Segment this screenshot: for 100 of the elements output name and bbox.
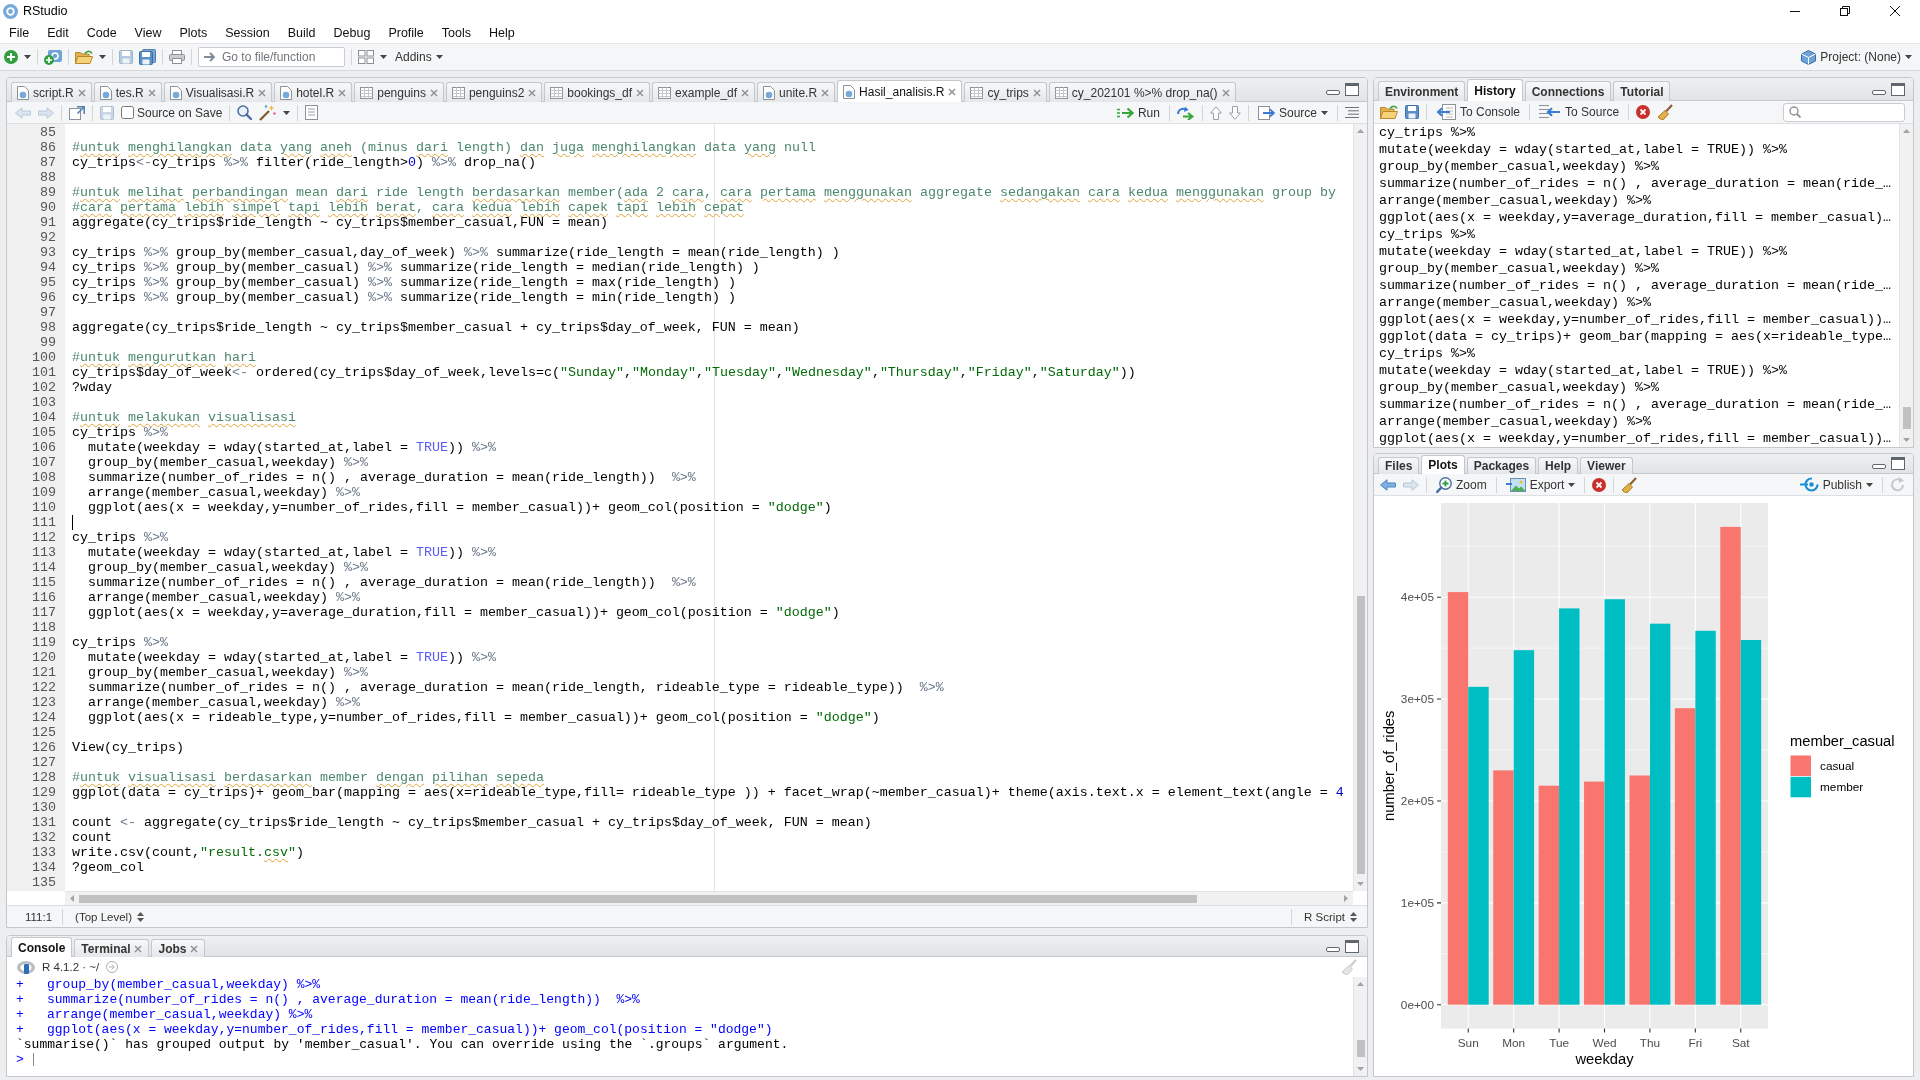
scroll-up-arrow-icon[interactable] [1357, 982, 1364, 986]
editor-tab[interactable]: bookings_df [544, 82, 651, 102]
menu-item[interactable]: Tools [432, 25, 480, 40]
editor-tab[interactable]: cy_202101 %>% drop_na() [1048, 82, 1236, 102]
history-entry[interactable]: group_by(member_casual,weekday) %>% [1379, 158, 1899, 175]
publish-button[interactable]: Publish [1797, 474, 1875, 495]
delete-icon[interactable] [1636, 105, 1651, 119]
caret-icon[interactable] [380, 55, 387, 59]
history-entry[interactable]: arrange(member_casual,weekday) %>% [1379, 192, 1899, 209]
editor-tab[interactable]: cy_trips [964, 82, 1047, 102]
scrollbar[interactable] [1899, 124, 1913, 447]
forward-arrow-icon[interactable] [1403, 478, 1419, 491]
editor-tab[interactable]: hotel.R [274, 82, 353, 102]
menu-item[interactable]: Help [480, 25, 524, 40]
pane-tab[interactable]: Viewer [1580, 457, 1633, 474]
file-type-dropdown[interactable]: R Script [1302, 906, 1359, 927]
history-entry[interactable]: group_by(member_casual,weekday) %>% [1379, 379, 1899, 396]
open-folder-icon[interactable] [1380, 105, 1398, 119]
editor-tab[interactable]: Hasil_analisis.R [837, 80, 963, 102]
open-folder-icon[interactable] [75, 50, 93, 64]
project-menu[interactable]: Project: (None) [1799, 47, 1914, 67]
menu-item[interactable]: Plots [170, 25, 217, 40]
minimize-icon[interactable] [1790, 10, 1800, 12]
scroll-down-arrow-icon[interactable] [1357, 882, 1364, 886]
history-entry[interactable]: summarize(number_of_rides = n() , average_duration = mean(ride_… [1379, 396, 1899, 413]
editor-tab[interactable]: example_df [652, 82, 756, 102]
new-window-icon[interactable] [69, 105, 85, 120]
editor-tab[interactable]: script.R [11, 82, 92, 102]
back-arrow-icon[interactable] [1380, 478, 1396, 491]
addins-menu[interactable]: Addins [393, 47, 445, 67]
to-source-button[interactable]: To Source [1537, 102, 1622, 122]
scrollbar-thumb[interactable] [79, 894, 1197, 903]
menu-item[interactable]: File [0, 25, 39, 40]
history-entry[interactable]: arrange(member_casual,weekday) %>% [1379, 294, 1899, 311]
maximize-pane-icon[interactable] [1891, 82, 1905, 96]
history-entry[interactable]: ggplot(aes(x = weekday,y=number_of_rides,fill = member_casual))… [1379, 311, 1899, 328]
minimize-pane-icon[interactable] [1326, 946, 1340, 952]
history-entry[interactable]: summarize(number_of_rides = n() , average_duration = mean(ride_… [1379, 175, 1899, 192]
menu-item[interactable]: Edit [38, 25, 78, 40]
new-project-icon[interactable] [44, 49, 62, 65]
pane-tab[interactable]: Packages [1466, 457, 1537, 474]
history-entry[interactable]: cy_trips %>% [1379, 226, 1899, 243]
console-tab[interactable]: Jobs [151, 939, 206, 957]
checkbox[interactable] [121, 106, 134, 119]
editor-tab[interactable]: Visualisasi.R [163, 82, 273, 102]
back-arrow-icon[interactable] [15, 106, 31, 119]
pane-tab[interactable]: Files [1378, 457, 1420, 474]
down-arrow-icon[interactable] [1228, 105, 1241, 120]
refresh-icon[interactable] [1890, 477, 1905, 492]
grid-icon[interactable] [358, 50, 374, 64]
caret-icon[interactable] [24, 55, 31, 59]
scrollbar[interactable] [65, 891, 1353, 905]
menu-item[interactable]: View [125, 25, 171, 40]
editor-tab[interactable]: penguins [354, 82, 444, 102]
scrollbar[interactable] [1353, 977, 1367, 1076]
maximize-pane-icon[interactable] [1345, 939, 1359, 953]
broom-icon[interactable] [1621, 476, 1638, 493]
save-all-icon[interactable] [139, 49, 156, 65]
scroll-right-arrow-icon[interactable] [1344, 895, 1348, 902]
forward-arrow-icon[interactable] [38, 106, 54, 119]
scroll-left-arrow-icon[interactable] [70, 895, 74, 902]
pane-tab[interactable]: Environment [1378, 81, 1466, 101]
go-to-file-field[interactable]: Go to file/function [198, 47, 345, 67]
console-tab[interactable]: Console [11, 937, 73, 957]
search-field[interactable] [1783, 102, 1905, 122]
scrollbar-thumb[interactable] [1356, 596, 1365, 874]
save-icon[interactable] [1405, 105, 1419, 119]
pane-tab[interactable]: Tutorial [1613, 81, 1671, 101]
minimize-pane-icon[interactable] [1326, 90, 1340, 95]
source-button[interactable]: Source [1255, 102, 1330, 123]
maximize-pane-icon[interactable] [1891, 457, 1905, 470]
up-arrow-icon[interactable] [1209, 105, 1222, 120]
history-entry[interactable]: cy_trips %>% [1379, 124, 1899, 141]
delete-icon[interactable] [1592, 477, 1607, 492]
scrollbar[interactable] [1353, 124, 1367, 891]
history-entry[interactable]: ggplot(aes(x = weekday,y=average_duration,fill = member_casual)… [1379, 209, 1899, 226]
wand-icon[interactable] [259, 104, 277, 121]
maximize-pane-icon[interactable] [1345, 83, 1359, 96]
scope-dropdown[interactable]: (Top Level) [73, 906, 146, 927]
history-entry[interactable]: ggplot(aes(x = weekday,y=number_of_rides,fill = member_casual))… [1379, 430, 1899, 447]
caret-icon[interactable] [99, 55, 106, 59]
caret-icon[interactable] [283, 110, 291, 115]
close-icon[interactable] [1890, 6, 1900, 16]
menu-item[interactable]: Build [278, 25, 325, 40]
scrollbar-thumb[interactable] [1356, 1040, 1365, 1057]
history-entry[interactable]: group_by(member_casual,weekday) %>% [1379, 260, 1899, 277]
history-entry[interactable]: mutate(weekday = wday(started_at,label = TRUE)) %>% [1379, 243, 1899, 260]
editor-tab[interactable]: unite.R [757, 82, 836, 102]
menu-item[interactable]: Code [77, 25, 126, 40]
run-button[interactable]: Run [1114, 102, 1162, 123]
pane-tab[interactable]: Help [1538, 457, 1579, 474]
scroll-up-arrow-icon[interactable] [1357, 129, 1364, 133]
rerun-icon[interactable] [1176, 105, 1195, 120]
menu-item[interactable]: Session [216, 25, 279, 40]
history-entry[interactable]: mutate(weekday = wday(started_at,label = TRUE)) %>% [1379, 141, 1899, 158]
editor-tab[interactable]: tes.R [93, 82, 162, 102]
history-entry[interactable]: summarize(number_of_rides = n() , average_duration = mean(ride_… [1379, 277, 1899, 294]
new-file-icon[interactable] [4, 50, 18, 64]
history-entry[interactable]: mutate(weekday = wday(started_at,label = TRUE)) %>% [1379, 362, 1899, 379]
save-icon[interactable] [119, 50, 133, 64]
